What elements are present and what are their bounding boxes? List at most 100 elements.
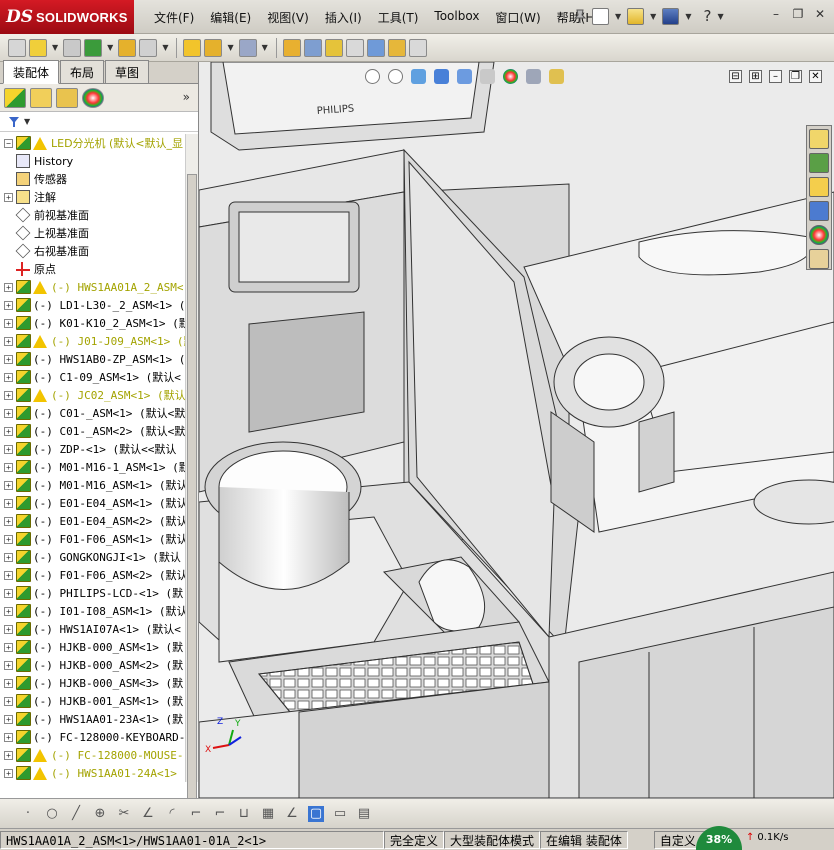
tree-component-row[interactable]: + (-) ZDP-<1> (默认<<默认: [0, 440, 185, 458]
dropdown-icon[interactable]: ▼: [227, 43, 233, 52]
expand-icon[interactable]: +: [4, 624, 13, 634]
configuration-manager-tab-icon[interactable]: [56, 87, 78, 108]
expand-icon[interactable]: +: [4, 570, 13, 580]
scrollbar-thumb[interactable]: [187, 174, 197, 814]
expand-icon[interactable]: +: [4, 534, 13, 544]
interference-detection-icon[interactable]: [366, 38, 385, 57]
tree-component-row[interactable]: + (-) HWS1AA01-23A<1> (默: [0, 710, 185, 728]
zoom-area-icon[interactable]: [388, 69, 403, 84]
tree-filter[interactable]: ▼: [0, 112, 198, 132]
close-icon[interactable]: ✕: [812, 7, 828, 23]
menu-tools[interactable]: 工具(T): [370, 9, 427, 26]
file-explorer-icon[interactable]: [809, 177, 829, 197]
help-dropdown-icon[interactable]: ▼: [717, 12, 723, 21]
tree-item-origin[interactable]: 原点: [0, 260, 185, 278]
expand-icon[interactable]: +: [4, 300, 13, 310]
feature-manager-tab-icon[interactable]: [4, 87, 26, 108]
save-dropdown-icon[interactable]: ▼: [685, 12, 691, 21]
open-file-icon[interactable]: [627, 7, 645, 25]
circle-icon[interactable]: ○: [44, 806, 60, 822]
view-orientation-icon[interactable]: [457, 69, 472, 84]
display-manager-tab-icon[interactable]: [82, 87, 104, 108]
tree-component-row[interactable]: + (-) HWS1AA01A_2_ASM<: [0, 278, 185, 296]
tree-component-row[interactable]: + (-) M01-M16_ASM<1> (默认: [0, 476, 185, 494]
menu-edit[interactable]: 编辑(E): [202, 9, 259, 26]
tree-item-plane[interactable]: 上视基准面: [0, 224, 185, 242]
insert-component-icon[interactable]: [8, 38, 26, 57]
grid-icon[interactable]: ▦: [260, 806, 276, 822]
scene-icon[interactable]: [526, 69, 541, 84]
expand-icon[interactable]: +: [4, 318, 13, 328]
tree-component-row[interactable]: + (-) FC-128000-KEYBOARD-: [0, 728, 185, 746]
minimize-icon[interactable]: –: [768, 7, 784, 23]
restore-icon[interactable]: ❐: [790, 7, 806, 23]
tree-component-row[interactable]: + (-) HWS1AB0-ZP_ASM<1> (: [0, 350, 185, 368]
box-icon[interactable]: ▢: [308, 805, 324, 822]
graphics-area[interactable]: PHILIPS X Y Z: [199, 62, 834, 798]
table-icon[interactable]: ▤: [356, 806, 372, 822]
linear-pattern-icon[interactable]: [84, 38, 103, 57]
tree-scrollbar[interactable]: [185, 134, 198, 814]
expand-icon[interactable]: +: [4, 336, 13, 346]
expand-icon[interactable]: +: [4, 192, 13, 202]
expand-icon[interactable]: +: [4, 768, 13, 778]
expand-icon[interactable]: +: [4, 354, 13, 364]
appearances-icon[interactable]: [809, 225, 829, 245]
tree-component-row[interactable]: + (-) HWS1AI07A<1> (默认<: [0, 620, 185, 638]
tree-component-row[interactable]: + (-) HWS1AA01-24A<1>: [0, 764, 185, 782]
filter-icon[interactable]: [8, 116, 20, 128]
tree-component-row[interactable]: + (-) C01-_ASM<1> (默认<默: [0, 404, 185, 422]
save-icon[interactable]: [662, 7, 680, 25]
expand-icon[interactable]: +: [4, 372, 13, 382]
tree-component-row[interactable]: + (-) F01-F06_ASM<2> (默认: [0, 566, 185, 584]
expand-icon[interactable]: +: [4, 714, 13, 724]
line-icon[interactable]: ╱: [68, 806, 84, 822]
tab-sketch[interactable]: 草图: [105, 60, 150, 83]
display-style-icon[interactable]: [480, 69, 495, 84]
tree-component-row[interactable]: + (-) HJKB-000_ASM<3> (默: [0, 674, 185, 692]
tab-assembly[interactable]: 装配体: [3, 60, 60, 84]
tree-item-plane[interactable]: 前视基准面: [0, 206, 185, 224]
viewport-split-2-icon[interactable]: ⊞: [749, 70, 762, 83]
explode-line-icon[interactable]: [345, 38, 364, 57]
viewport-split-icon[interactable]: ⊟: [729, 70, 742, 83]
reference-geometry-icon[interactable]: [238, 38, 257, 57]
open-dropdown-icon[interactable]: ▼: [650, 12, 656, 21]
dropdown-icon[interactable]: ▼: [107, 43, 113, 52]
solidworks-logo[interactable]: DS SOLIDWORKS: [0, 0, 134, 34]
exploded-view-icon[interactable]: [324, 38, 343, 57]
arc-icon[interactable]: ◜: [164, 806, 180, 822]
rectangle-icon[interactable]: ▭: [332, 806, 348, 822]
tree-component-row[interactable]: + (-) C01-_ASM<2> (默认<默: [0, 422, 185, 440]
tree-component-row[interactable]: + (-) I01-I08_ASM<1> (默认: [0, 602, 185, 620]
tree-component-row[interactable]: + (-) K01-K10_2_ASM<1> (默: [0, 314, 185, 332]
tree-component-row[interactable]: + (-) LD1-L30-_2_ASM<1> (: [0, 296, 185, 314]
viewport-close-icon[interactable]: ✕: [809, 70, 822, 83]
new-file-icon[interactable]: [592, 7, 609, 25]
home-icon[interactable]: [809, 129, 829, 149]
tree-component-row[interactable]: + (-) FC-128000-MOUSE-: [0, 746, 185, 764]
bill-of-materials-icon[interactable]: [303, 38, 322, 57]
dropdown-icon[interactable]: ▼: [262, 43, 268, 52]
expand-icon[interactable]: +: [4, 660, 13, 670]
tree-component-row[interactable]: + (-) E01-E04_ASM<2> (默认: [0, 512, 185, 530]
view-settings-icon[interactable]: [549, 69, 564, 84]
section-view-icon[interactable]: [434, 69, 449, 84]
menu-file[interactable]: 文件(F): [146, 9, 202, 26]
tree-component-row[interactable]: + (-) M01-M16-1_ASM<1> (默: [0, 458, 185, 476]
property-manager-tab-icon[interactable]: [30, 87, 52, 108]
offset-icon[interactable]: ⌐: [188, 806, 204, 822]
tree-item-annotation[interactable]: + 注解: [0, 188, 185, 206]
tree-component-row[interactable]: + (-) J01-J09_ASM<1> (默: [0, 332, 185, 350]
tree-component-row[interactable]: + (-) HJKB-000_ASM<1> (默: [0, 638, 185, 656]
viewport-minimize-icon[interactable]: –: [769, 70, 782, 83]
tab-layout[interactable]: 布局: [60, 60, 105, 83]
tree-component-row[interactable]: + (-) E01-E04_ASM<1> (默认: [0, 494, 185, 512]
tree-item-history[interactable]: History: [0, 152, 185, 170]
display-pane-icon[interactable]: [408, 38, 427, 57]
new-motion-study-icon[interactable]: [282, 38, 301, 57]
zoom-to-fit-icon[interactable]: [365, 69, 380, 84]
previous-view-icon[interactable]: [411, 69, 426, 84]
tree-component-row[interactable]: + (-) PHILIPS-LCD-<1> (默: [0, 584, 185, 602]
instant3d-icon[interactable]: [387, 38, 406, 57]
